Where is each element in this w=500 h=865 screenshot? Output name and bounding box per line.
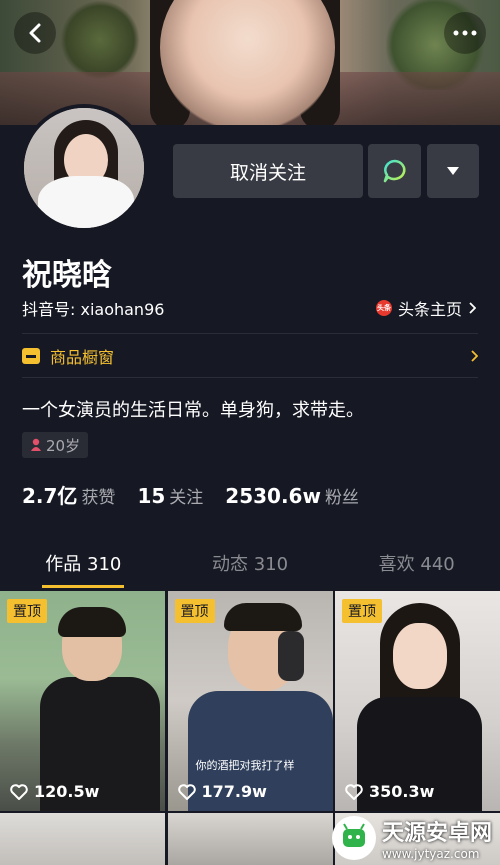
video-thumbnail[interactable]: 置顶 120.5w xyxy=(0,591,165,811)
heart-outline-icon xyxy=(10,783,28,800)
divider xyxy=(22,377,478,378)
likes-count: 350.3w xyxy=(369,782,435,801)
triangle-down-icon xyxy=(447,167,459,175)
video-thumbnail[interactable] xyxy=(0,813,165,865)
video-likes: 120.5w xyxy=(10,782,99,801)
cover-plant xyxy=(60,0,140,80)
toutiao-homepage-link[interactable]: 头条 头条主页 xyxy=(375,296,476,320)
watermark-logo-icon xyxy=(331,816,376,860)
female-icon xyxy=(31,438,41,451)
stat-likes: 2.7亿 获赞 xyxy=(22,480,115,509)
tab-activity[interactable]: 动态 310 xyxy=(167,548,334,588)
chevron-right-icon xyxy=(471,350,478,362)
toutiao-label: 头条主页 xyxy=(397,300,462,319)
pinned-badge: 置顶 xyxy=(342,599,382,623)
stat-value: 15 xyxy=(137,484,166,508)
divider xyxy=(22,333,478,334)
toutiao-logo-icon: 头条 xyxy=(375,300,392,316)
unfollow-button[interactable]: 取消关注 xyxy=(173,144,363,198)
video-likes: 350.3w xyxy=(345,782,434,801)
video-thumbnail[interactable]: 置顶 你的酒把对我打了样 177.9w xyxy=(167,591,333,811)
avatar[interactable] xyxy=(20,104,148,232)
back-button[interactable] xyxy=(14,12,56,54)
age-tag: 20岁 xyxy=(22,432,89,458)
watermark-title: 天源安卓网 xyxy=(381,821,492,846)
profile-stats: 2.7亿 获赞 15 关注 2530.6w 粉丝 xyxy=(22,480,359,509)
chevron-left-icon xyxy=(29,23,41,43)
stat-label: 粉丝 xyxy=(324,488,359,508)
profile-bio: 一个女演员的生活日常。单身狗，求带走。 xyxy=(22,400,364,421)
recommend-dropdown-button[interactable] xyxy=(427,144,479,198)
douyin-id: 抖音号: xiaohan96 xyxy=(22,300,165,319)
more-dots-icon xyxy=(453,30,477,36)
more-options-button[interactable] xyxy=(444,12,486,54)
message-button[interactable] xyxy=(368,144,421,198)
video-thumbnail[interactable]: 置顶 350.3w xyxy=(335,591,500,811)
stat-label: 获赞 xyxy=(81,488,116,508)
stat-label: 关注 xyxy=(169,488,204,508)
likes-count: 120.5w xyxy=(34,782,100,801)
stat-followers[interactable]: 2530.6w 粉丝 xyxy=(225,483,359,508)
stat-value: 2530.6w xyxy=(225,484,321,508)
watermark-url: www.jytyaz.com xyxy=(381,847,480,861)
pinned-badge: 置顶 xyxy=(174,599,215,623)
video-likes: 177.9w xyxy=(177,782,267,801)
pinned-badge: 置顶 xyxy=(7,599,47,623)
heart-outline-icon xyxy=(177,783,196,800)
video-thumbnail[interactable] xyxy=(167,813,333,865)
age-label: 20岁 xyxy=(46,436,81,455)
shop-window-label: 商品橱窗 xyxy=(50,348,115,367)
shop-window-link[interactable]: 商品橱窗 xyxy=(22,344,478,368)
chat-bubble-icon xyxy=(383,159,406,183)
chevron-right-icon xyxy=(469,302,476,314)
cover-face xyxy=(160,0,335,125)
shop-icon xyxy=(22,348,40,364)
site-watermark: 天源安卓网 www.jytyaz.com xyxy=(331,815,492,861)
likes-count: 177.9w xyxy=(201,782,267,801)
heart-outline-icon xyxy=(345,783,363,800)
tab-works[interactable]: 作品 310 xyxy=(0,548,167,588)
profile-name: 祝晓晗 xyxy=(22,258,112,293)
tab-likes[interactable]: 喜欢 440 xyxy=(333,548,500,588)
stat-following[interactable]: 15 关注 xyxy=(137,483,203,508)
profile-tabs: 作品 310 动态 310 喜欢 440 xyxy=(0,548,500,588)
unfollow-label: 取消关注 xyxy=(229,161,306,184)
video-caption: 你的酒把对我打了样 xyxy=(195,759,295,772)
stat-value: 2.7亿 xyxy=(22,484,78,508)
